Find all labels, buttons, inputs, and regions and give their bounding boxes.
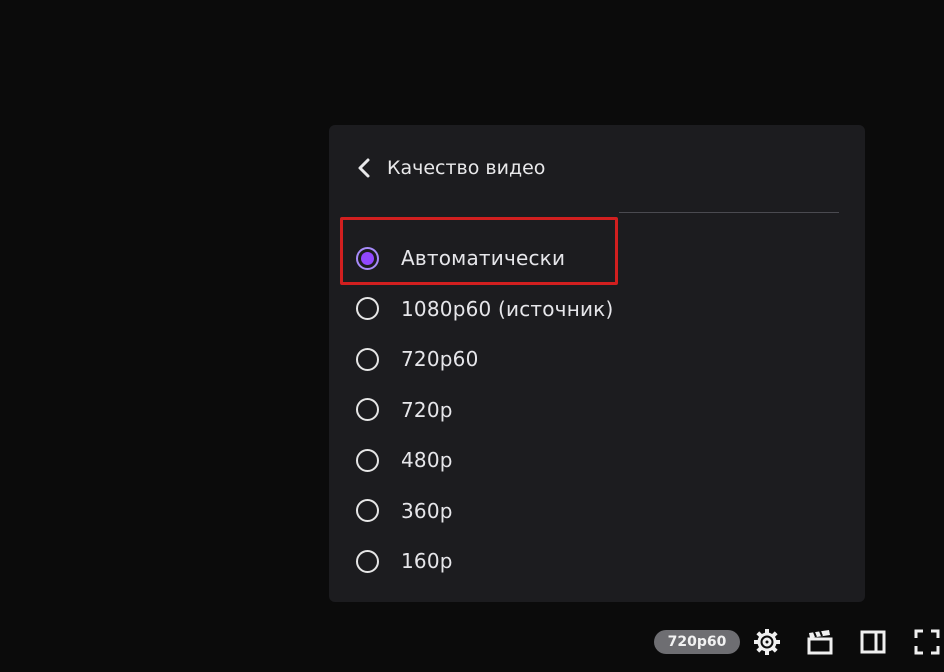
video-player: Качество видео Автоматически 1080p60 (ис… xyxy=(0,0,944,672)
quality-option-auto[interactable]: Автоматически xyxy=(329,233,865,284)
option-label: 1080p60 (источник) xyxy=(401,296,614,321)
radio-unchecked-icon[interactable] xyxy=(356,448,379,472)
settings-gear-icon[interactable] xyxy=(752,627,782,657)
menu-title: Качество видео xyxy=(387,157,546,179)
player-controls-bar: 720p60 xyxy=(654,622,944,662)
back-button[interactable]: Качество видео xyxy=(357,151,545,185)
menu-header: Качество видео xyxy=(329,125,865,211)
header-divider xyxy=(619,212,839,213)
theatre-mode-icon[interactable] xyxy=(858,627,888,657)
quality-option-720p[interactable]: 720p xyxy=(329,385,865,436)
radio-unchecked-icon[interactable] xyxy=(356,297,379,321)
radio-unchecked-icon[interactable] xyxy=(356,499,379,523)
quality-option-360p[interactable]: 360p xyxy=(329,486,865,537)
chevron-left-icon xyxy=(357,157,371,179)
radio-unchecked-icon[interactable] xyxy=(356,398,379,422)
quality-settings-menu: Качество видео Автоматически 1080p60 (ис… xyxy=(329,125,865,602)
fullscreen-icon[interactable] xyxy=(912,627,942,657)
quality-option-1080p60[interactable]: 1080p60 (источник) xyxy=(329,284,865,335)
clip-icon[interactable] xyxy=(805,627,835,657)
option-label: Автоматически xyxy=(401,246,566,271)
option-label: 160p xyxy=(401,549,453,574)
option-label: 360p xyxy=(401,498,453,523)
quality-option-480p[interactable]: 480p xyxy=(329,435,865,486)
radio-checked-icon[interactable] xyxy=(356,246,379,270)
quality-options-list: Автоматически 1080p60 (источник) 720p60 … xyxy=(329,233,865,587)
quality-option-720p60[interactable]: 720p60 xyxy=(329,334,865,385)
radio-unchecked-icon[interactable] xyxy=(356,347,379,371)
quality-badge: 720p60 xyxy=(654,630,740,654)
option-label: 480p xyxy=(401,448,453,473)
radio-unchecked-icon[interactable] xyxy=(356,549,379,573)
option-label: 720p xyxy=(401,397,453,422)
option-label: 720p60 xyxy=(401,347,479,372)
quality-option-160p[interactable]: 160p xyxy=(329,536,865,587)
